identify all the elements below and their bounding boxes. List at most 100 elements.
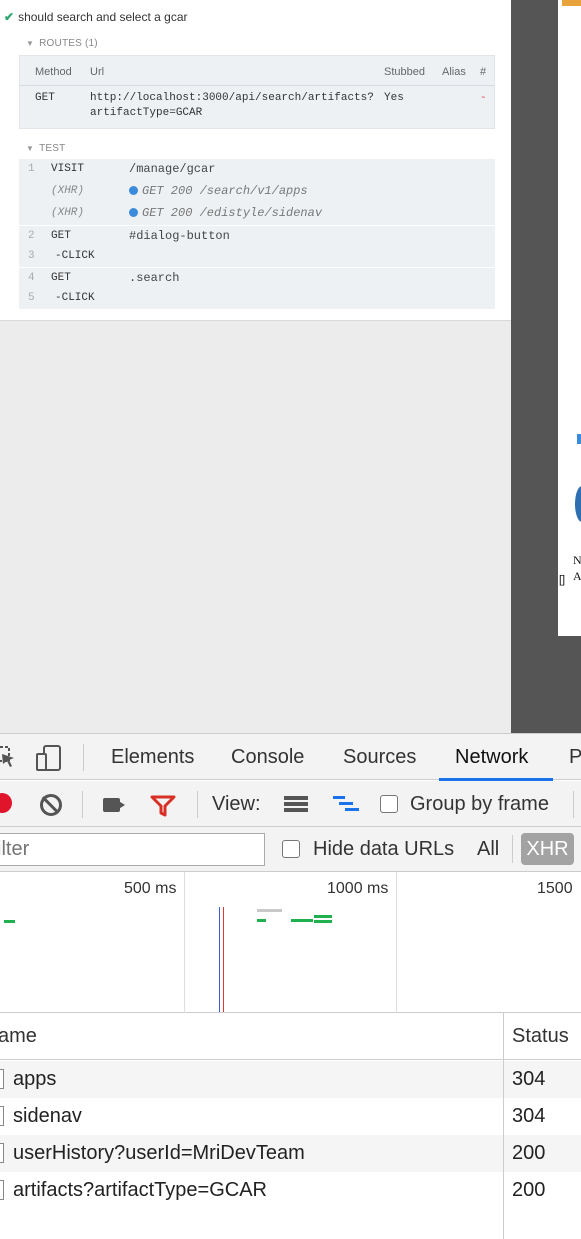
tab-network[interactable]: Network (455, 746, 528, 769)
tab-performance[interactable]: P (569, 746, 581, 769)
command-row[interactable]: (XHR) GET 200 /search/v1/apps (19, 181, 495, 203)
cypress-runner: ✔ should search and select a gcar ▼ ROUTES… (0, 0, 511, 733)
command-name: -CLICK (55, 250, 95, 262)
routes-section-header[interactable]: ▼ ROUTES (1) (26, 38, 98, 49)
record-button[interactable] (0, 793, 12, 813)
command-name: GET (51, 230, 71, 242)
divider (512, 835, 513, 863)
filter-input[interactable] (0, 833, 265, 866)
divider (197, 791, 198, 818)
overview-tick-500: 500 ms (124, 880, 177, 897)
requests-table: ame Status apps 304 sidenav 304 userHist… (0, 1013, 581, 1239)
request-name: userHistory?userId=MriDevTeam (13, 1142, 305, 1164)
route-url-line2: artifactType=GCAR (90, 107, 203, 119)
devtools-tabbar: Elements Console Sources Network P (0, 733, 581, 781)
divider (573, 791, 574, 818)
command-message: GET 200 /edistyle/sidenav (142, 206, 323, 220)
command-number: 5 (28, 292, 35, 304)
table-row[interactable]: artifacts?artifactType=GCAR 200 (0, 1172, 581, 1209)
command-row[interactable]: 1 VISIT /manage/gcar (19, 159, 495, 181)
clear-icon[interactable] (40, 794, 62, 816)
command-number: 4 (28, 272, 35, 284)
commands-list: 1 VISIT /manage/gcar (XHR) GET 200 /sear… (19, 159, 495, 309)
network-overview[interactable]: 500 ms 1000 ms 1500 (0, 872, 581, 1013)
command-row[interactable]: 4 GET .search (19, 267, 495, 289)
devtools-panel: Elements Console Sources Network P View:… (0, 733, 581, 1239)
hide-data-urls-checkbox[interactable] (282, 840, 300, 858)
group-by-frame-checkbox[interactable] (380, 795, 398, 813)
gridline (184, 872, 185, 1013)
overview-tick-1500: 1500 (537, 880, 573, 897)
request-bar (314, 920, 332, 923)
network-toolbar: View: Group by frame (0, 781, 581, 827)
group-by-frame-label: Group by frame (410, 793, 549, 815)
filter-xhr-button[interactable]: XHR (521, 833, 574, 865)
tab-console[interactable]: Console (231, 746, 304, 769)
command-row[interactable]: (XHR) GET 200 /edistyle/sidenav (19, 203, 495, 225)
capture-screenshots-icon[interactable] (103, 798, 120, 812)
test-section-header[interactable]: ▼ TEST (26, 143, 65, 154)
command-message: GET 200 /search/v1/apps (142, 184, 308, 198)
table-row[interactable]: sidenav 304 (0, 1098, 581, 1135)
command-row[interactable]: 3 -CLICK (19, 246, 495, 268)
device-toolbar-icon[interactable] (35, 744, 63, 772)
request-bar (4, 920, 15, 923)
column-divider (503, 1013, 504, 1239)
routes-col-stubbed: Stubbed (384, 66, 425, 78)
filter-all-button[interactable]: All (477, 838, 499, 861)
command-number: 3 (28, 250, 35, 262)
table-row[interactable]: userHistory?userId=MriDevTeam 200 (0, 1135, 581, 1172)
hide-data-urls-label: Hide data URLs (313, 838, 455, 860)
request-status: 200 (512, 1142, 546, 1164)
route-url-line1: http://localhost:3000/api/search/artifac… (90, 92, 374, 104)
request-status: 304 (512, 1105, 546, 1127)
command-message: #dialog-button (129, 229, 230, 243)
caret-down-icon: ▼ (26, 144, 35, 153)
tab-sources[interactable]: Sources (343, 746, 416, 769)
filter-bar: Hide data URLs All XHR (0, 827, 581, 872)
dom-content-loaded-line (219, 907, 220, 1012)
request-status: 304 (512, 1068, 546, 1090)
file-icon (0, 1180, 4, 1200)
command-row[interactable]: 5 -CLICK (19, 288, 495, 310)
overview-icon[interactable] (331, 795, 361, 815)
file-icon (0, 1106, 4, 1126)
aut-text-2: A (573, 569, 581, 583)
filter-icon[interactable] (150, 794, 176, 818)
inspect-element-icon[interactable] (0, 746, 16, 768)
routes-col-method: Method (35, 66, 72, 78)
aut-link[interactable] (577, 434, 581, 444)
load-event-line (223, 907, 224, 1012)
file-icon (0, 1143, 4, 1163)
aut-bracket: [] (559, 574, 566, 586)
column-header-name[interactable]: ame (0, 1025, 37, 1048)
test-title[interactable]: ✔ should search and select a gcar (4, 10, 188, 24)
request-name: apps (13, 1068, 57, 1090)
command-name: -CLICK (55, 292, 95, 304)
aut-iframe[interactable] (558, 0, 581, 636)
route-alias: - (480, 92, 487, 104)
request-status: 200 (512, 1179, 546, 1201)
tab-elements[interactable]: Elements (111, 746, 194, 769)
routes-col-url: Url (90, 66, 105, 78)
divider (83, 744, 84, 771)
overview-tick-1000: 1000 ms (327, 880, 389, 897)
request-name: artifacts?artifactType=GCAR (13, 1179, 267, 1201)
file-icon (0, 1069, 4, 1089)
routes-table: Method Url Stubbed Alias # GET http://lo… (19, 55, 495, 129)
command-message: .search (129, 271, 180, 285)
table-header: ame Status (0, 1013, 581, 1060)
command-number: 2 (28, 230, 35, 242)
gridline (396, 872, 397, 1013)
command-name: (XHR) (51, 207, 85, 219)
command-name: VISIT (51, 163, 85, 175)
caret-down-icon: ▼ (26, 39, 35, 48)
divider (82, 791, 83, 818)
xhr-status-dot-icon (129, 186, 138, 195)
request-bar (257, 919, 266, 922)
table-row[interactable]: apps 304 (0, 1061, 581, 1098)
command-name: GET (51, 272, 71, 284)
column-header-status[interactable]: Status (512, 1025, 569, 1048)
large-rows-icon[interactable] (284, 796, 308, 812)
command-row[interactable]: 2 GET #dialog-button (19, 225, 495, 247)
